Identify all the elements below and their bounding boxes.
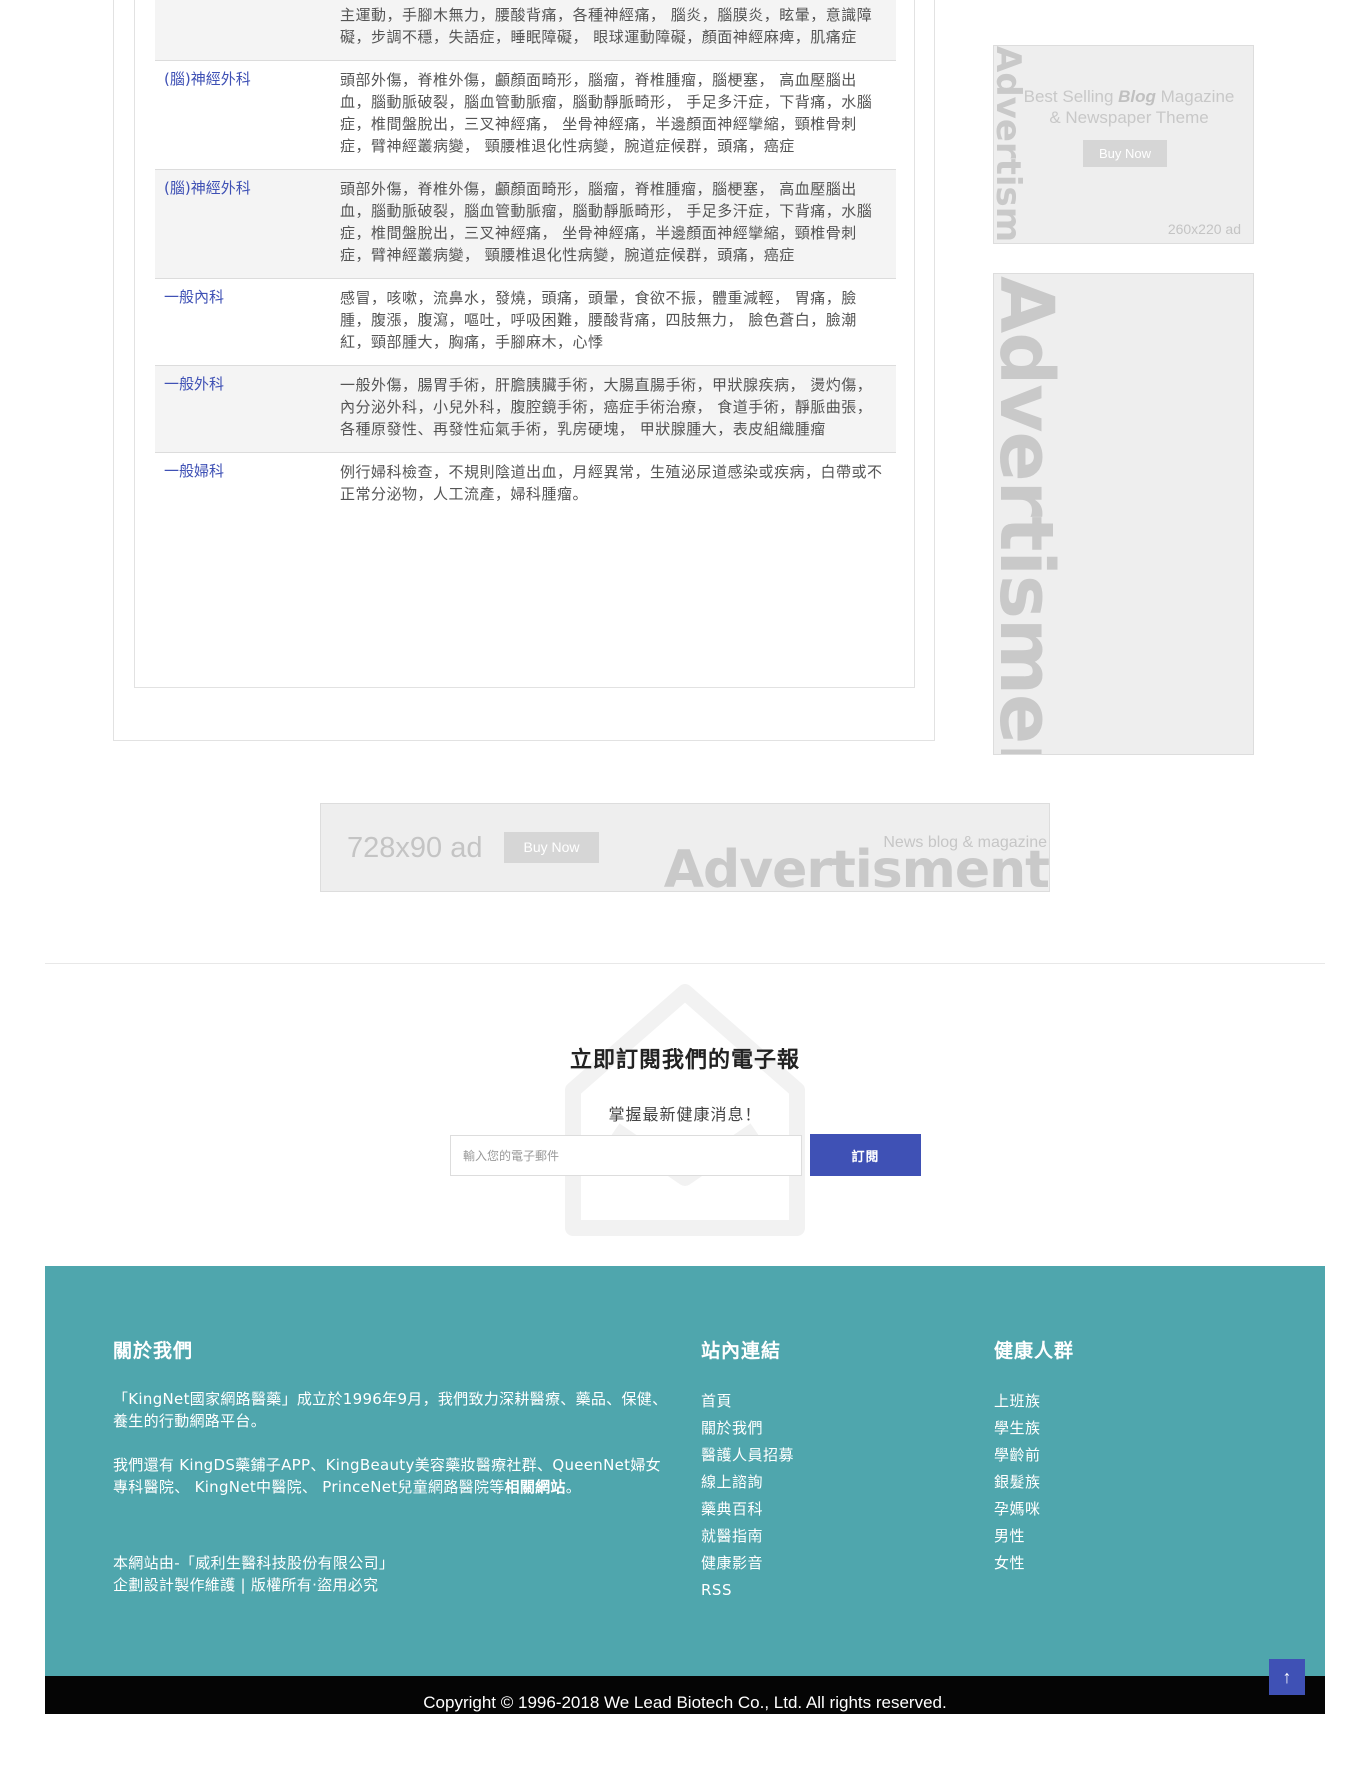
subscribe-button[interactable]: 訂閱	[810, 1134, 921, 1176]
site-footer: 關於我們 「KingNet國家網路醫藥」成立於1996年9月，我們致力深耕醫療、…	[45, 1266, 1325, 1676]
group-link-office[interactable]: 上班族	[994, 1388, 1074, 1415]
sister-sites-text: 我們還有 KingDS藥鋪子APP、KingBeauty美容藥妝醫療社群、Que…	[113, 1456, 661, 1496]
group-link-senior[interactable]: 銀髮族	[994, 1469, 1074, 1496]
table-row: 一般外科 一般外傷，腸胃手術，肝膽胰臟手術，大腸直腸手術，甲狀腺疾病， 燙灼傷，…	[155, 366, 896, 453]
department-table: (腦)神經內科 頭痛，頭暈，麻痹，中風，甲狀不適，肌肉抽搐，手腳顫抖，巴金森氏病…	[155, 0, 896, 517]
ad-size-label: 260x220 ad	[1167, 221, 1241, 237]
footer-heading: 關於我們	[113, 1340, 194, 1362]
group-link-pregnant[interactable]: 孕媽咪	[994, 1496, 1074, 1523]
sidebar-ad-small[interactable]: Advertisment Best Selling Blog Magazine …	[993, 45, 1254, 244]
arrow-up-icon: ↑	[1282, 1667, 1292, 1687]
footer-link-video[interactable]: 健康影音	[701, 1550, 794, 1577]
group-link-student[interactable]: 學生族	[994, 1415, 1074, 1442]
footer-health-groups: 健康人群 上班族 學生族 學齡前 銀髮族 孕媽咪 男性 女性	[994, 1336, 1074, 1577]
buy-now-button[interactable]: Buy Now	[1083, 140, 1167, 167]
footer-about: 關於我們 「KingNet國家網路醫藥」成立於1996年9月，我們致力深耕醫療、…	[113, 1336, 668, 1596]
group-link-preschool[interactable]: 學齡前	[994, 1442, 1074, 1469]
symptom-list: 例行婦科檢查，不規則陰道出血，月經異常，生殖泌尿道感染或疾病，白帶或不正常分泌物…	[340, 463, 883, 503]
symptom-list: 頭部外傷，脊椎外傷，顱顏面畸形，腦瘤，脊椎腫瘤，腦梗塞， 高血壓腦出血，腦動脈破…	[340, 71, 873, 155]
ad-watermark: Advertisment	[663, 840, 1049, 892]
leaderboard-ad[interactable]: 728x90 ad Buy Now News blog & magazine A…	[320, 803, 1050, 892]
footer-site-links: 站內連結 首頁 關於我們 醫護人員招募 線上諮詢 藥典百科 就醫指南 健康影音 …	[701, 1336, 794, 1604]
symptom-list: 頭痛，頭暈，麻痹，中風，甲狀不適，肌肉抽搐，手腳顫抖，巴金森氏病，不自主運動，手…	[340, 0, 882, 46]
department-link[interactable]: 一般外科	[155, 374, 340, 440]
footer-link-guide[interactable]: 就醫指南	[701, 1523, 794, 1550]
footer-link-drugs[interactable]: 藥典百科	[701, 1496, 794, 1523]
email-input[interactable]	[450, 1135, 802, 1176]
sidebar-ad-tall[interactable]: Advertisment	[993, 273, 1254, 755]
ad-headline: Best Selling Blog Magazine	[1023, 87, 1235, 106]
newsletter-title: 立即訂閱我們的電子報	[569, 1048, 800, 1073]
department-link[interactable]: (腦)神經外科	[155, 178, 340, 266]
buy-now-button[interactable]: Buy Now	[504, 832, 599, 863]
footer-heading: 健康人群	[994, 1340, 1075, 1362]
table-row: (腦)神經外科 頭部外傷，脊椎外傷，顱顏面畸形，腦瘤，脊椎腫瘤，腦梗塞， 高血壓…	[155, 170, 896, 279]
table-row: (腦)神經外科 頭部外傷，脊椎外傷，顱顏面畸形，腦瘤，脊椎腫瘤，腦梗塞， 高血壓…	[155, 61, 896, 170]
ad-watermark: Advertisment	[993, 276, 1069, 754]
about-text: 「KingNet國家網路醫藥」成立於1996年9月，我們致力深耕醫療、藥品、保健…	[113, 1390, 668, 1430]
footer-link-about[interactable]: 關於我們	[701, 1415, 794, 1442]
footer-link-home[interactable]: 首頁	[701, 1388, 794, 1415]
table-row: 一般婦科 例行婦科檢查，不規則陰道出血，月經異常，生殖泌尿道感染或疾病，白帶或不…	[155, 453, 896, 517]
department-link[interactable]: (腦)神經外科	[155, 69, 340, 157]
symptom-list: 感冒，咳嗽，流鼻水，發燒，頭痛，頭暈，食欲不振，體重減輕， 胃痛，臉腫，腹漲，腹…	[340, 289, 857, 351]
table-row: 一般內科 感冒，咳嗽，流鼻水，發燒，頭痛，頭暈，食欲不振，體重減輕， 胃痛，臉腫…	[155, 279, 896, 366]
symptom-list: 頭部外傷，脊椎外傷，顱顏面畸形，腦瘤，脊椎腫瘤，腦梗塞， 高血壓腦出血，腦動脈破…	[340, 180, 873, 264]
footer-heading: 站內連結	[701, 1340, 782, 1362]
footer-link-recruit[interactable]: 醫護人員招募	[701, 1442, 794, 1469]
section-divider	[45, 963, 1325, 964]
copyright-bar: Copyright © 1996-2018 We Lead Biotech Co…	[45, 1676, 1325, 1714]
back-to-top-button[interactable]: ↑	[1269, 1659, 1305, 1695]
related-sites-link[interactable]: 相關網站	[505, 1478, 566, 1496]
department-link[interactable]: 一般內科	[155, 287, 340, 353]
ad-watermark: Advertisment	[993, 46, 1028, 243]
company-credit: 本網站由-「威利生醫科技股份有限公司」	[113, 1554, 395, 1572]
newsletter-subtitle: 掌握最新健康消息！	[608, 1105, 762, 1124]
table-row: (腦)神經內科 頭痛，頭暈，麻痹，中風，甲狀不適，肌肉抽搐，手腳顫抖，巴金森氏病…	[155, 0, 896, 61]
ad-subheadline: & Newspaper Theme	[1049, 108, 1209, 127]
footer-link-rss[interactable]: RSS	[701, 1577, 794, 1604]
rights-text: 企劃設計製作維護 | 版權所有‧盜用必究	[113, 1576, 379, 1594]
symptom-list: 一般外傷，腸胃手術，肝膽胰臟手術，大腸直腸手術，甲狀腺疾病， 燙灼傷，內分泌外科…	[340, 376, 873, 438]
group-link-female[interactable]: 女性	[994, 1550, 1074, 1577]
department-link[interactable]: 一般婦科	[155, 461, 340, 505]
ad-size-label: 728x90 ad	[347, 832, 483, 864]
department-link[interactable]: (腦)神經內科	[155, 0, 340, 48]
content-panel: (腦)神經內科 頭痛，頭暈，麻痹，中風，甲狀不適，肌肉抽搐，手腳顫抖，巴金森氏病…	[113, 0, 935, 741]
group-link-male[interactable]: 男性	[994, 1523, 1074, 1550]
footer-link-consult[interactable]: 線上諮詢	[701, 1469, 794, 1496]
department-table-frame: (腦)神經內科 頭痛，頭暈，麻痹，中風，甲狀不適，肌肉抽搐，手腳顫抖，巴金森氏病…	[134, 0, 915, 688]
